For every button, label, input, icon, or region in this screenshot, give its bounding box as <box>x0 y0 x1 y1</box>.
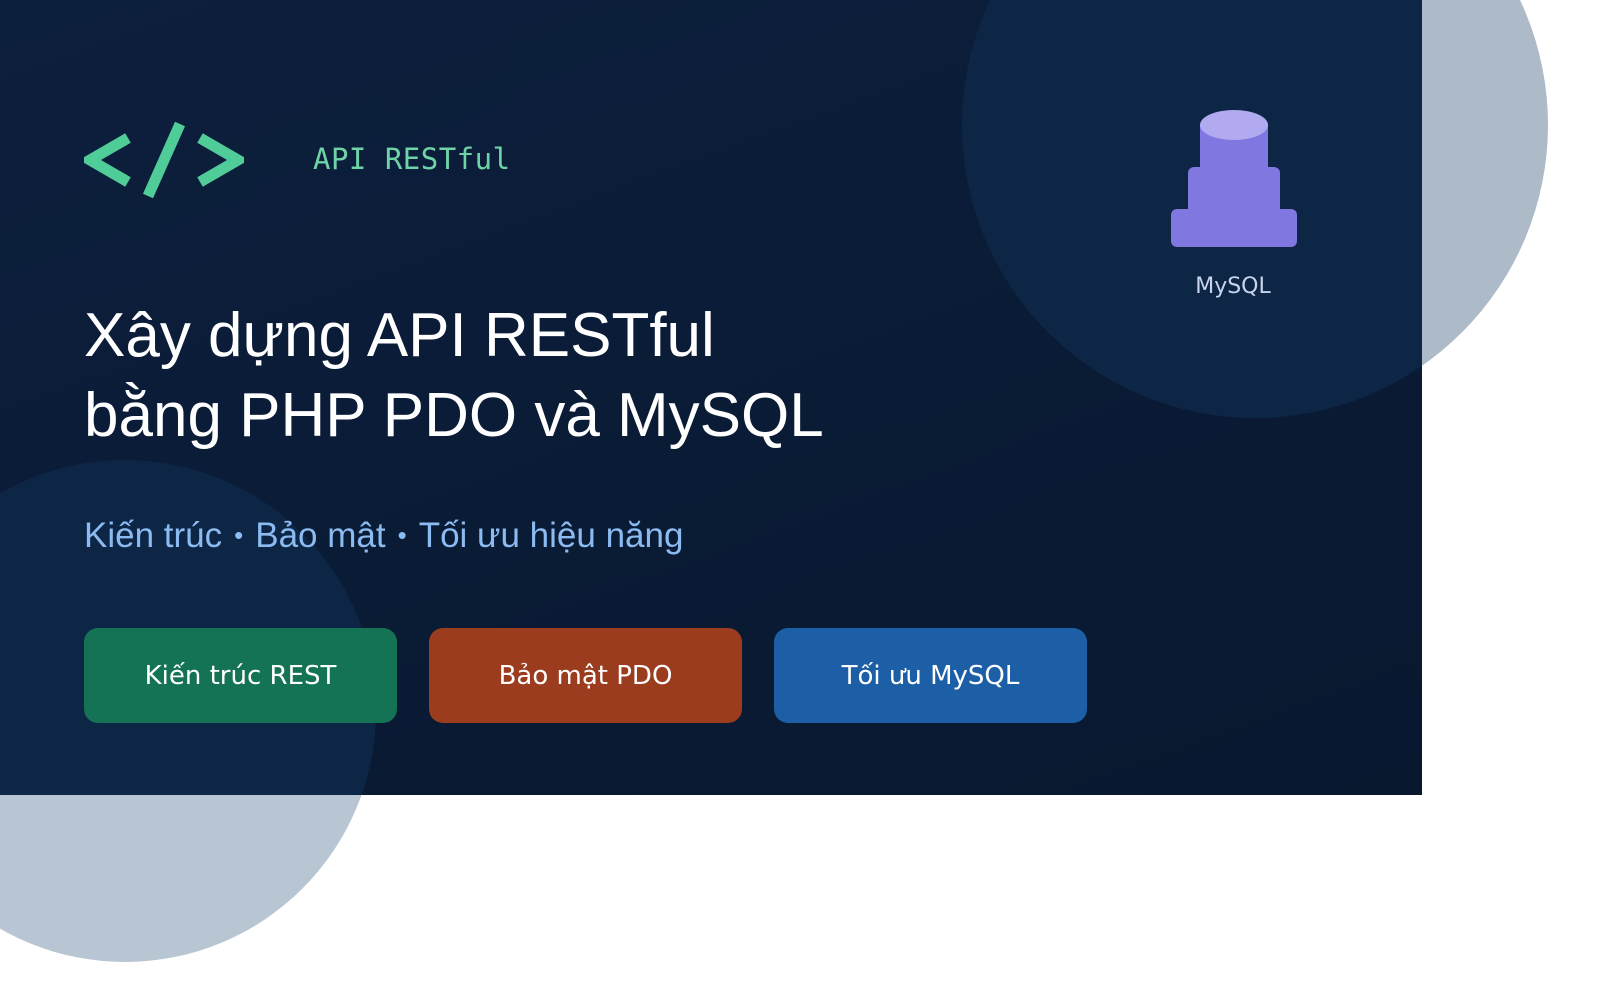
hero-banner: API RESTful MySQL Xây dựng API RESTful b… <box>0 0 1422 795</box>
mysql-optimization-button[interactable]: Tối ưu MySQL <box>774 628 1087 723</box>
pdo-security-button[interactable]: Bảo mật PDO <box>429 628 742 723</box>
code-brackets-icon <box>84 121 244 199</box>
title-line-1: Xây dựng API RESTful <box>84 301 715 370</box>
subtitle-item-security: Bảo mật <box>255 516 386 555</box>
database-label: MySQL <box>1195 274 1271 299</box>
tag-label: API RESTful <box>313 142 511 176</box>
subtitle: Kiến trúc • Bảo mật • Tối ưu hiệu năng <box>84 516 683 556</box>
subtitle-item-performance: Tối ưu hiệu năng <box>418 516 684 555</box>
subtitle-separator: • <box>234 520 244 550</box>
subtitle-separator: • <box>397 520 407 550</box>
title-line-2: bằng PHP PDO và MySQL <box>84 381 824 450</box>
subtitle-item-architecture: Kiến trúc <box>84 516 223 555</box>
rest-architecture-button[interactable]: Kiến trúc REST <box>84 628 397 723</box>
page: API RESTful MySQL Xây dựng API RESTful b… <box>0 0 1600 1003</box>
page-title: Xây dựng API RESTful bằng PHP PDO và MyS… <box>84 296 824 456</box>
database-icon <box>1171 110 1297 247</box>
